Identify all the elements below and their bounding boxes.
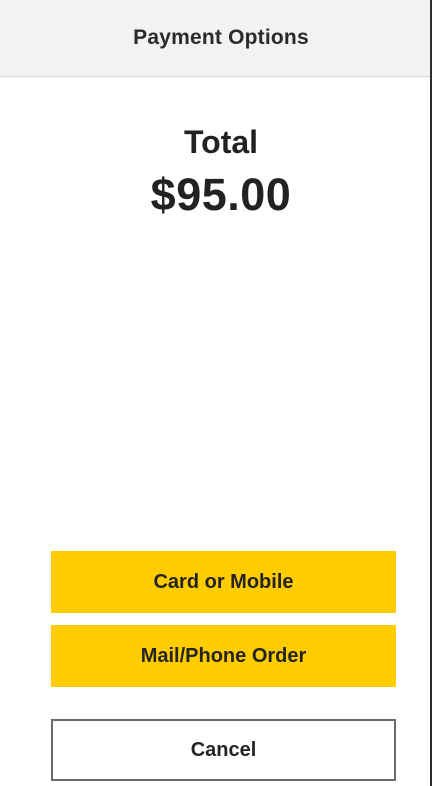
total-label: Total (183, 124, 259, 160)
card-or-mobile-button[interactable]: Card or Mobile (51, 551, 396, 613)
page-title: Payment Options (133, 26, 309, 49)
total-summary: Total $95.00 (0, 124, 430, 220)
top-header: Payment Options (0, 0, 430, 77)
mail-phone-order-button[interactable]: Mail/Phone Order (51, 625, 396, 687)
total-amount: $95.00 (150, 169, 292, 221)
payment-options-screen: Payment Options Total $95.00 Card or Mob… (0, 0, 432, 786)
cancel-button[interactable]: Cancel (51, 719, 396, 781)
